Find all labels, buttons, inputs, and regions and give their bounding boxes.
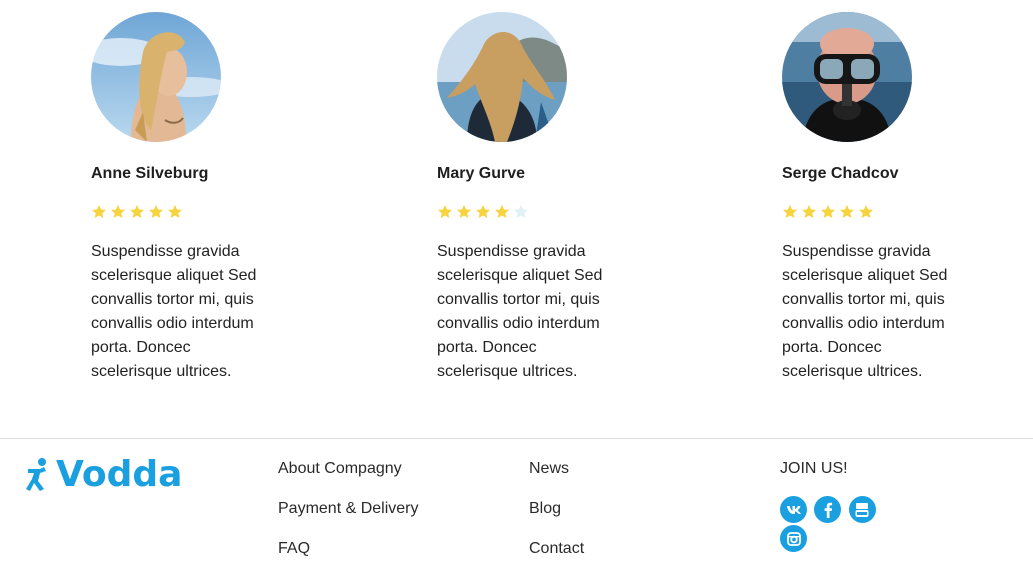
star-filled-icon [495, 205, 509, 218]
reviewer-name: Mary Gurve [437, 165, 526, 182]
star-empty-icon [514, 205, 528, 218]
footer-link-about[interactable]: About Compagny [278, 459, 419, 479]
avatar [437, 12, 567, 142]
star-filled-icon [783, 205, 797, 218]
footer-link-contact[interactable]: Contact [529, 539, 584, 559]
rating-stars [782, 204, 982, 220]
avatar [782, 12, 912, 142]
review-card: Anne Silveburg Suspendisse gravida scele… [91, 12, 291, 384]
join-us-label: JOIN US! [780, 460, 848, 477]
star-filled-icon [840, 205, 854, 218]
social-links [780, 496, 880, 554]
review-card: Serge Chadcov Suspendisse gravida sceler… [782, 12, 982, 384]
review-text: Suspendisse gravida scelerisque aliquet … [91, 243, 257, 380]
star-filled-icon [149, 205, 163, 218]
avatar [91, 12, 221, 142]
facebook-icon[interactable] [814, 496, 842, 523]
star-filled-icon [859, 205, 873, 218]
star-filled-icon [802, 205, 816, 218]
review-card: Mary Gurve Suspendisse gravida scelerisq… [437, 12, 637, 384]
rating-stars [91, 204, 291, 220]
swimmer-icon [26, 458, 46, 491]
footer-links-column-2: News Blog Contact [529, 459, 584, 579]
star-filled-icon [457, 205, 471, 218]
vk-icon[interactable] [780, 496, 807, 523]
logo-text: Vodda [56, 454, 183, 495]
star-filled-icon [476, 205, 490, 218]
star-filled-icon [111, 205, 125, 218]
footer-link-faq[interactable]: FAQ [278, 539, 419, 559]
logo[interactable]: Vodda [26, 455, 182, 495]
review-text: Suspendisse gravida scelerisque aliquet … [437, 243, 603, 380]
footer-links-column-1: About Compagny Payment & Delivery FAQ [278, 459, 419, 579]
review-text: Suspendisse gravida scelerisque aliquet … [782, 243, 948, 380]
star-filled-icon [168, 205, 182, 218]
footer-link-blog[interactable]: Blog [529, 499, 584, 519]
footer-link-news[interactable]: News [529, 459, 584, 479]
footer-link-payment-delivery[interactable]: Payment & Delivery [278, 499, 419, 519]
footer: Vodda About Compagny Payment & Delivery … [0, 439, 1033, 562]
reviews-section: Anne Silveburg Suspendisse gravida scele… [0, 0, 1033, 438]
rating-stars [437, 204, 637, 220]
reviewer-name: Anne Silveburg [91, 165, 209, 182]
youtube-icon[interactable] [848, 496, 876, 523]
star-filled-icon [821, 205, 835, 218]
star-filled-icon [92, 205, 106, 218]
star-filled-icon [438, 205, 452, 218]
star-filled-icon [130, 205, 144, 218]
instagram-icon[interactable] [780, 525, 807, 552]
reviewer-name: Serge Chadcov [782, 165, 899, 182]
